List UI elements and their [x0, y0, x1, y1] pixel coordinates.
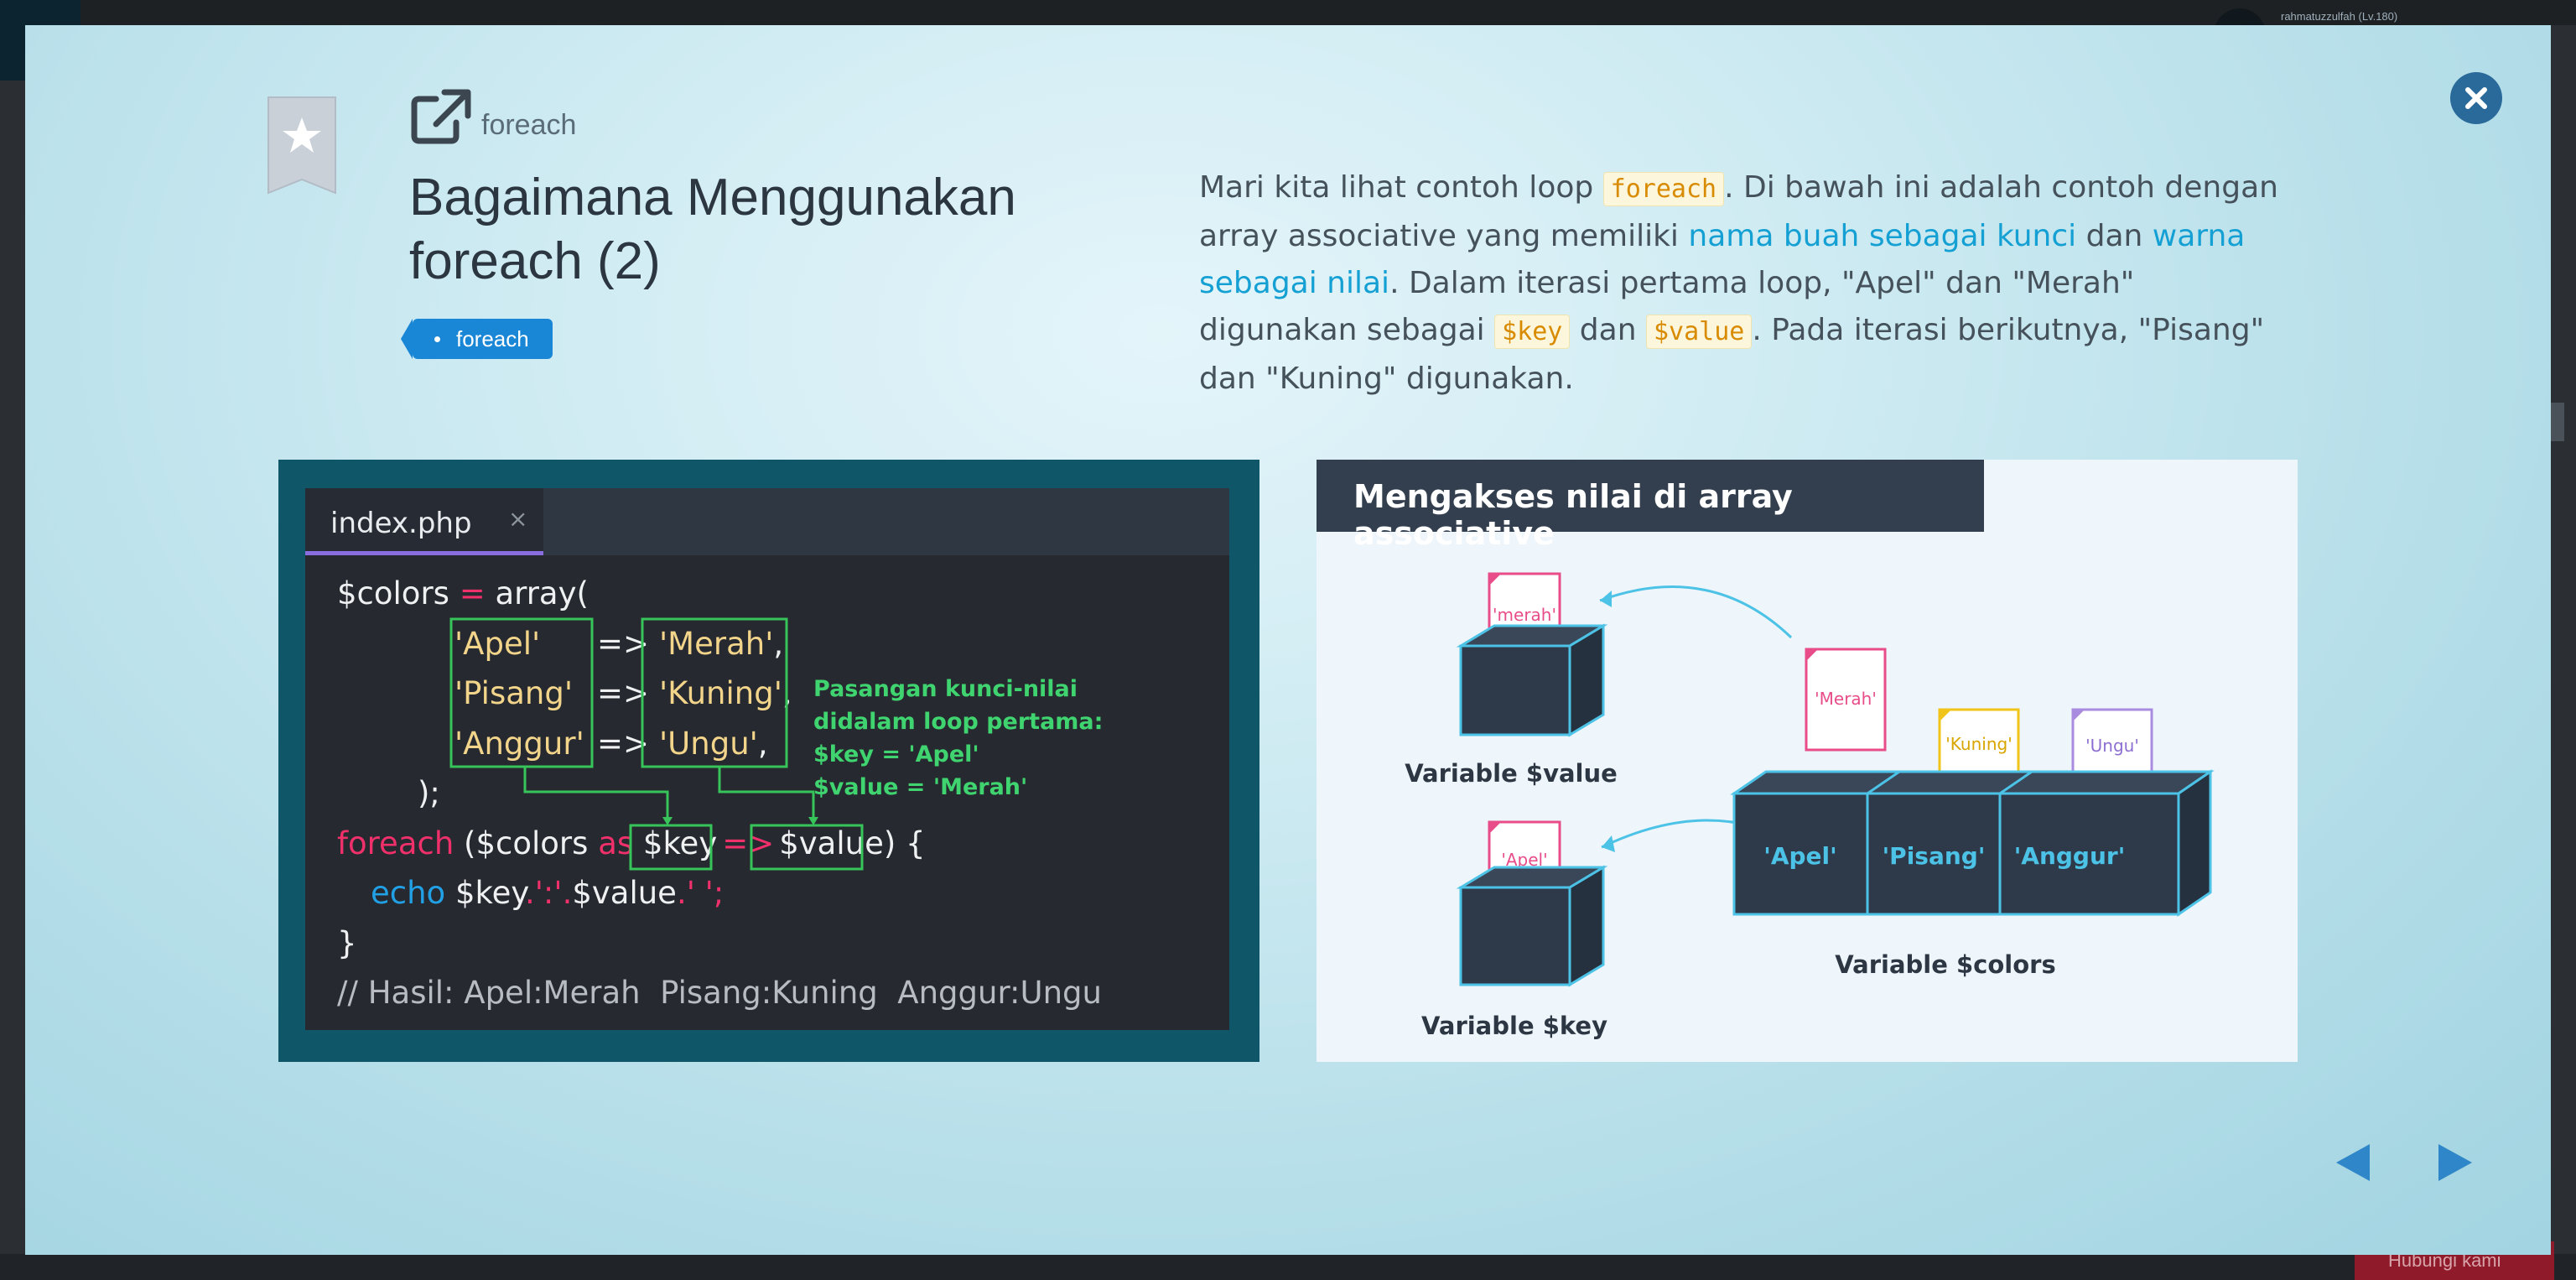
code-token: $key [642, 825, 718, 861]
desc-text: dan [1570, 313, 1646, 347]
background-bottom-bar [0, 1254, 2576, 1280]
code-token: => [597, 675, 650, 711]
value-box: 'merah' Variable $value [1405, 572, 1618, 788]
inline-code: $value [1645, 315, 1753, 349]
diagram-header: Mengakses nilai di array associative [1317, 460, 1984, 552]
highlight-text: nama buah sebagai kunci [1688, 219, 2077, 253]
floating-card-text: 'Merah' [1815, 689, 1877, 709]
code-token: 'Anggur' [454, 725, 584, 762]
code-token: ($colors [454, 825, 599, 861]
code-token: => [597, 625, 650, 662]
array-key-label: 'Pisang' [1883, 842, 1986, 870]
topic-label: foreach [481, 109, 577, 141]
title-line-2: foreach (2) [409, 232, 661, 290]
annotation-line: $value = 'Merah' [813, 774, 1028, 800]
code-token: => [597, 725, 650, 762]
code-editor: index.php × $colors = array( 'Apel' => 'Me… [305, 488, 1229, 1030]
diagram-title: Mengakses nilai di array associative [1353, 478, 1793, 552]
code-token: $colors [337, 575, 449, 611]
key-variable-label: Variable $key [1421, 1012, 1607, 1040]
annotation-line: Pasangan kunci-nilai [813, 676, 1078, 702]
code-token: , [773, 625, 784, 662]
array-card-text: 'Kuning' [1945, 734, 2012, 754]
username-label[interactable]: rahmatuzzulfah (Lv.180) [2281, 10, 2397, 23]
code-token: .' '; [676, 875, 724, 911]
code-token: foreach [337, 825, 454, 861]
code-line: 'Apel' => 'Merah', [337, 619, 1102, 669]
next-icon[interactable] [2428, 1137, 2479, 1188]
code-token: , [782, 675, 792, 711]
code-token: ); [418, 775, 440, 811]
value-arrow [1599, 585, 1793, 639]
code-token: echo [371, 875, 446, 911]
code-comment: // Hasil: Apel:Merah Pisang:Kuning Anggu… [337, 975, 1102, 1011]
code-line: } [337, 918, 1102, 969]
code-token: $value [572, 875, 677, 911]
code-token: $value [779, 825, 884, 861]
value-variable-label: Variable $value [1405, 759, 1618, 788]
bookmark-icon[interactable] [267, 96, 337, 195]
tab-index-php[interactable]: index.php × [305, 488, 543, 555]
external-link-icon[interactable] [411, 89, 471, 144]
editor-tabbar: index.php × [305, 488, 1229, 555]
code-line: // Hasil: Apel:Merah Pisang:Kuning Anggu… [337, 968, 1102, 1018]
tab-filename: index.php [330, 507, 472, 540]
code-annotation: Pasangan kunci-nilai didalam loop pertam… [813, 673, 1103, 804]
code-line: foreach ($colors as $key => $value) { [337, 819, 1102, 869]
lesson-modal: foreach Bagaimana Menggunakan foreach (2… [25, 25, 2551, 1255]
array-variable-label: Variable $colors [1835, 950, 2055, 979]
annotation-line: didalam loop pertama: [813, 709, 1104, 735]
code-token: 'Ungu' [659, 725, 758, 762]
code-token: $key [445, 875, 525, 911]
tag-dot [434, 336, 440, 342]
array-boxes: 'Apel' 'Pisang' 'Anggur' Variable $color… [1730, 769, 2215, 979]
code-token: .':'. [525, 875, 573, 911]
code-line: echo $key.':'.$value.' '; [337, 868, 1102, 918]
code-token: } [337, 924, 357, 961]
lesson-description: Mari kita lihat contoh loop foreach. Di … [1199, 164, 2289, 403]
code-token: 'Merah' [659, 625, 774, 662]
tag-label: foreach [456, 326, 529, 351]
inline-code: foreach [1602, 172, 1725, 206]
array-card-text: 'Ungu' [2085, 736, 2139, 756]
page-title: Bagaimana Menggunakan foreach (2) [409, 166, 1130, 294]
inline-code: $key [1494, 315, 1571, 349]
tag-foreach[interactable]: foreach [401, 319, 553, 359]
value-card-text: 'merah' [1493, 605, 1556, 625]
background-topbar [0, 0, 2576, 25]
close-icon [2465, 87, 2487, 109]
array-key-label: 'Apel' [1763, 842, 1836, 870]
code-line: $colors = array( [337, 569, 1102, 619]
code-token: 'Pisang' [454, 675, 574, 711]
floating-card: 'Merah' [1805, 648, 1887, 752]
code-token: => [722, 825, 775, 861]
code-token: 'Kuning' [659, 675, 782, 711]
desc-text: Mari kita lihat contoh loop [1199, 170, 1603, 205]
title-line-1: Bagaimana Menggunakan [409, 169, 1016, 226]
code-token: = [449, 575, 496, 611]
code-token: ) { [883, 825, 926, 861]
code-token: , [757, 725, 768, 762]
tab-close-icon[interactable]: × [508, 505, 527, 533]
diagram-panel: 'merah' Variable $value 'Apel' Variable … [1317, 460, 2298, 1062]
close-button[interactable] [2450, 72, 2502, 124]
code-token: 'Apel' [454, 625, 541, 662]
desc-text: dan [2076, 219, 2153, 253]
key-box: 'Apel' Variable $key [1421, 820, 1608, 1040]
array-key-label: 'Anggur' [2014, 842, 2126, 870]
code-token: array( [495, 575, 589, 611]
background-scrollbar[interactable] [2549, 403, 2564, 441]
annotation-line: $key = 'Apel' [813, 741, 979, 767]
previous-icon[interactable] [2329, 1137, 2380, 1188]
code-example-panel: index.php × $colors = array( 'Apel' => 'Me… [278, 460, 1259, 1062]
code-token: as [598, 825, 634, 861]
